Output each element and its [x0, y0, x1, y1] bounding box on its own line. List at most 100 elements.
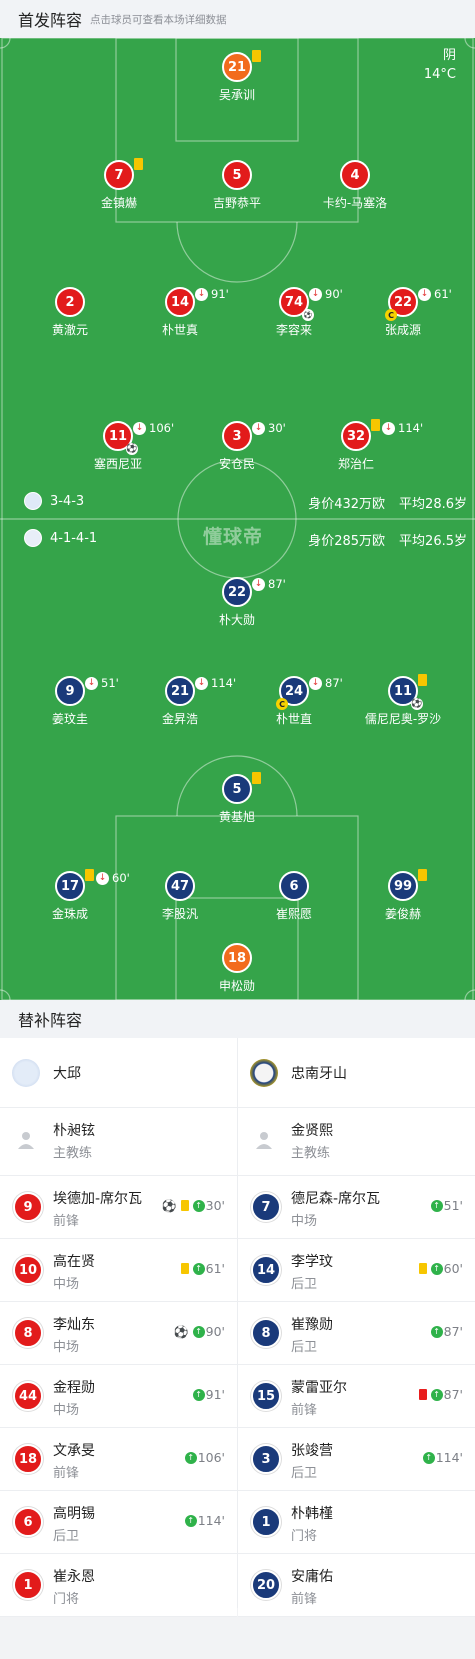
- away-coach-name: 金贤熙: [291, 1123, 333, 1139]
- home-sub-row[interactable]: 18 文承旻 前锋 ↑ 106': [0, 1428, 237, 1491]
- home-coach-row[interactable]: 朴昶铉 主教练: [0, 1108, 237, 1176]
- away-sub-row[interactable]: 3 张竣营 后卫 ↑ 114': [238, 1428, 475, 1491]
- away-sub-row[interactable]: 7 德尼森-席尔瓦 中场 ↑ 51': [238, 1176, 475, 1239]
- away-player-marker[interactable]: 11 儒尼尼奥-罗沙 ⚽: [338, 674, 468, 726]
- sub-position: 中场: [53, 1340, 80, 1355]
- home-player-marker[interactable]: 5 吉野恭平: [172, 160, 302, 210]
- yellow-card-icon: [134, 158, 143, 170]
- away-sub-row[interactable]: 8 崔豫勋 后卫 ↑ 87': [238, 1302, 475, 1365]
- player-name: 金镇爀: [100, 196, 137, 210]
- away-team-name: 忠南牙山: [291, 1065, 347, 1082]
- sub-in-minute: 51': [443, 1198, 463, 1213]
- red-card-icon: [418, 1389, 427, 1400]
- sub-events: ⚽ ↑ 90': [174, 1324, 225, 1339]
- sub-number: 1: [251, 1507, 281, 1537]
- home-formation-label: 3-4-3: [50, 493, 85, 509]
- sub-out-icon: ↓: [85, 676, 98, 690]
- home-sub-row[interactable]: 8 李灿东 中场 ⚽ ↑ 90': [0, 1302, 237, 1365]
- away-coach-role: 主教练: [291, 1146, 331, 1161]
- lineup-title: 首发阵容: [18, 11, 83, 30]
- home-sub-row[interactable]: 44 金程勋 中场 ↑ 91': [0, 1365, 237, 1428]
- home-sub-row[interactable]: 9 埃德加-席尔瓦 前锋 ⚽ ↑ 30': [0, 1176, 237, 1239]
- home-team-stats: 身价432万欧 平均28.6岁: [294, 493, 467, 512]
- sub-position: 后卫: [291, 1277, 318, 1292]
- player-name: 卡约-马塞洛: [322, 196, 388, 210]
- home-player-marker[interactable]: 7 金镇爀: [54, 158, 184, 210]
- sub-out-icon: ↓: [133, 421, 146, 435]
- away-team-header[interactable]: 忠南牙山: [238, 1038, 475, 1107]
- sub-name: 崔永恩: [53, 1569, 95, 1585]
- away-sub-row[interactable]: 1 朴韩槿 门将: [238, 1491, 475, 1554]
- away-player-marker[interactable]: 99 姜俊赫: [338, 869, 468, 921]
- sub-minute: 106': [149, 421, 175, 435]
- home-player-marker[interactable]: 22 张成源 ↓ 61' C: [338, 287, 468, 337]
- sub-out-icon: ↓: [309, 676, 322, 690]
- player-number: 17: [55, 871, 85, 901]
- sub-position: 前锋: [53, 1466, 80, 1481]
- home-player-marker[interactable]: 3 安仓民 ↓ 30': [172, 421, 302, 471]
- sub-events: ↑ 106': [181, 1450, 225, 1465]
- substitution-off: ↓ 91': [195, 287, 229, 301]
- sub-in-minute: 106': [197, 1450, 225, 1465]
- sub-name: 金程勋: [53, 1380, 95, 1396]
- away-sub-row[interactable]: 15 蒙雷亚尔 前锋 ↑ 87': [238, 1365, 475, 1428]
- player-number: 3: [222, 421, 252, 451]
- player-number: 32: [341, 421, 371, 451]
- weather-condition: 阴: [442, 48, 456, 63]
- away-coach-row[interactable]: 金贤熙 主教练: [238, 1108, 475, 1176]
- home-team-logo-icon: [12, 1058, 40, 1087]
- player-number: 21: [222, 52, 252, 82]
- yellow-card-icon: [418, 1263, 427, 1274]
- person-icon: [18, 1132, 34, 1149]
- player-number: 4: [340, 160, 370, 190]
- substitution-off: ↓ 114': [382, 421, 423, 435]
- sub-in-icon: ↑: [192, 1262, 205, 1275]
- sub-events: ↑ 61': [177, 1261, 225, 1276]
- home-coach-name: 朴昶铉: [53, 1123, 95, 1139]
- yellow-card-icon: [85, 869, 94, 881]
- away-player-marker[interactable]: 18 申松勋: [172, 943, 302, 993]
- home-player-marker[interactable]: 4 卡约-马塞洛: [290, 160, 420, 210]
- yellow-card-icon: [371, 419, 380, 431]
- home-sub-row[interactable]: 10 高在贤 中场 ↑ 61': [0, 1239, 237, 1302]
- player-name: 金昇浩: [161, 712, 198, 726]
- away-player-marker[interactable]: 47 李股汎: [115, 871, 245, 921]
- away-sub-row[interactable]: 14 李学玟 后卫 ↑ 60': [238, 1239, 475, 1302]
- sub-in-minute: 114': [197, 1513, 225, 1528]
- sub-events: ↑ 91': [189, 1387, 225, 1402]
- home-sub-row[interactable]: 1 崔永恩 门将: [0, 1554, 237, 1617]
- home-team-header[interactable]: 大邱: [0, 1038, 237, 1107]
- away-player-marker[interactable]: 21 金昇浩 ↓ 114': [115, 676, 245, 726]
- sub-name: 蒙雷亚尔: [291, 1380, 347, 1396]
- away-player-marker[interactable]: 22 朴大勋 ↓ 87': [172, 577, 302, 627]
- sub-in-minute: 114': [435, 1450, 463, 1465]
- home-player-marker[interactable]: 21 吴承训: [172, 50, 302, 102]
- sub-minute: 87': [268, 577, 286, 591]
- sub-in-icon: ↑: [430, 1199, 443, 1212]
- match-lineup-screen: 首发阵容 点击球员可查看本场详细数据 阴 14°C 懂球帝 3-4-3 身价43…: [0, 0, 475, 1659]
- home-sub-row[interactable]: 6 高明锡 后卫 ↑ 114': [0, 1491, 237, 1554]
- sub-minute: 30': [268, 421, 286, 435]
- away-player-marker[interactable]: 5 黄基旭: [172, 772, 302, 824]
- home-player-marker[interactable]: 11 塞西尼亚 ↓ 106' ⚽: [53, 421, 183, 471]
- sub-in-minute: 91': [205, 1387, 225, 1402]
- substitution-off: ↓ 106': [133, 421, 174, 435]
- sub-number: 44: [13, 1381, 43, 1411]
- player-number: 47: [165, 871, 195, 901]
- player-number: 6: [279, 871, 309, 901]
- player-name: 黄基旭: [218, 810, 255, 824]
- sub-name: 高明锡: [53, 1506, 95, 1522]
- home-market-value: 身价432万欧: [308, 497, 386, 512]
- substitution-off: ↓ 61': [418, 287, 452, 301]
- away-team-stats: 身价285万欧 平均26.5岁: [294, 530, 467, 549]
- home-player-marker[interactable]: 14 朴世真 ↓ 91': [115, 287, 245, 337]
- away-sub-row[interactable]: 20 安庸佑 前锋: [238, 1554, 475, 1617]
- home-player-marker[interactable]: 32 郑治仁 ↓ 114': [291, 419, 423, 471]
- sub-position: 中场: [53, 1277, 80, 1292]
- sub-number: 9: [13, 1192, 43, 1222]
- sub-name: 张竣营: [291, 1443, 333, 1459]
- player-number: 9: [55, 676, 85, 706]
- sub-position: 前锋: [53, 1214, 80, 1229]
- yellow-card-icon: [180, 1200, 189, 1211]
- home-average-age: 平均28.6岁: [399, 497, 467, 512]
